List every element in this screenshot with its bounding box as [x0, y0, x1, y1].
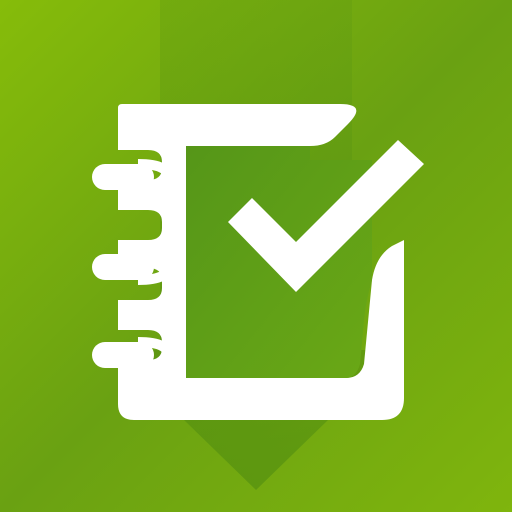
checklist-notebook-icon — [0, 0, 512, 512]
app-icon — [0, 0, 512, 512]
